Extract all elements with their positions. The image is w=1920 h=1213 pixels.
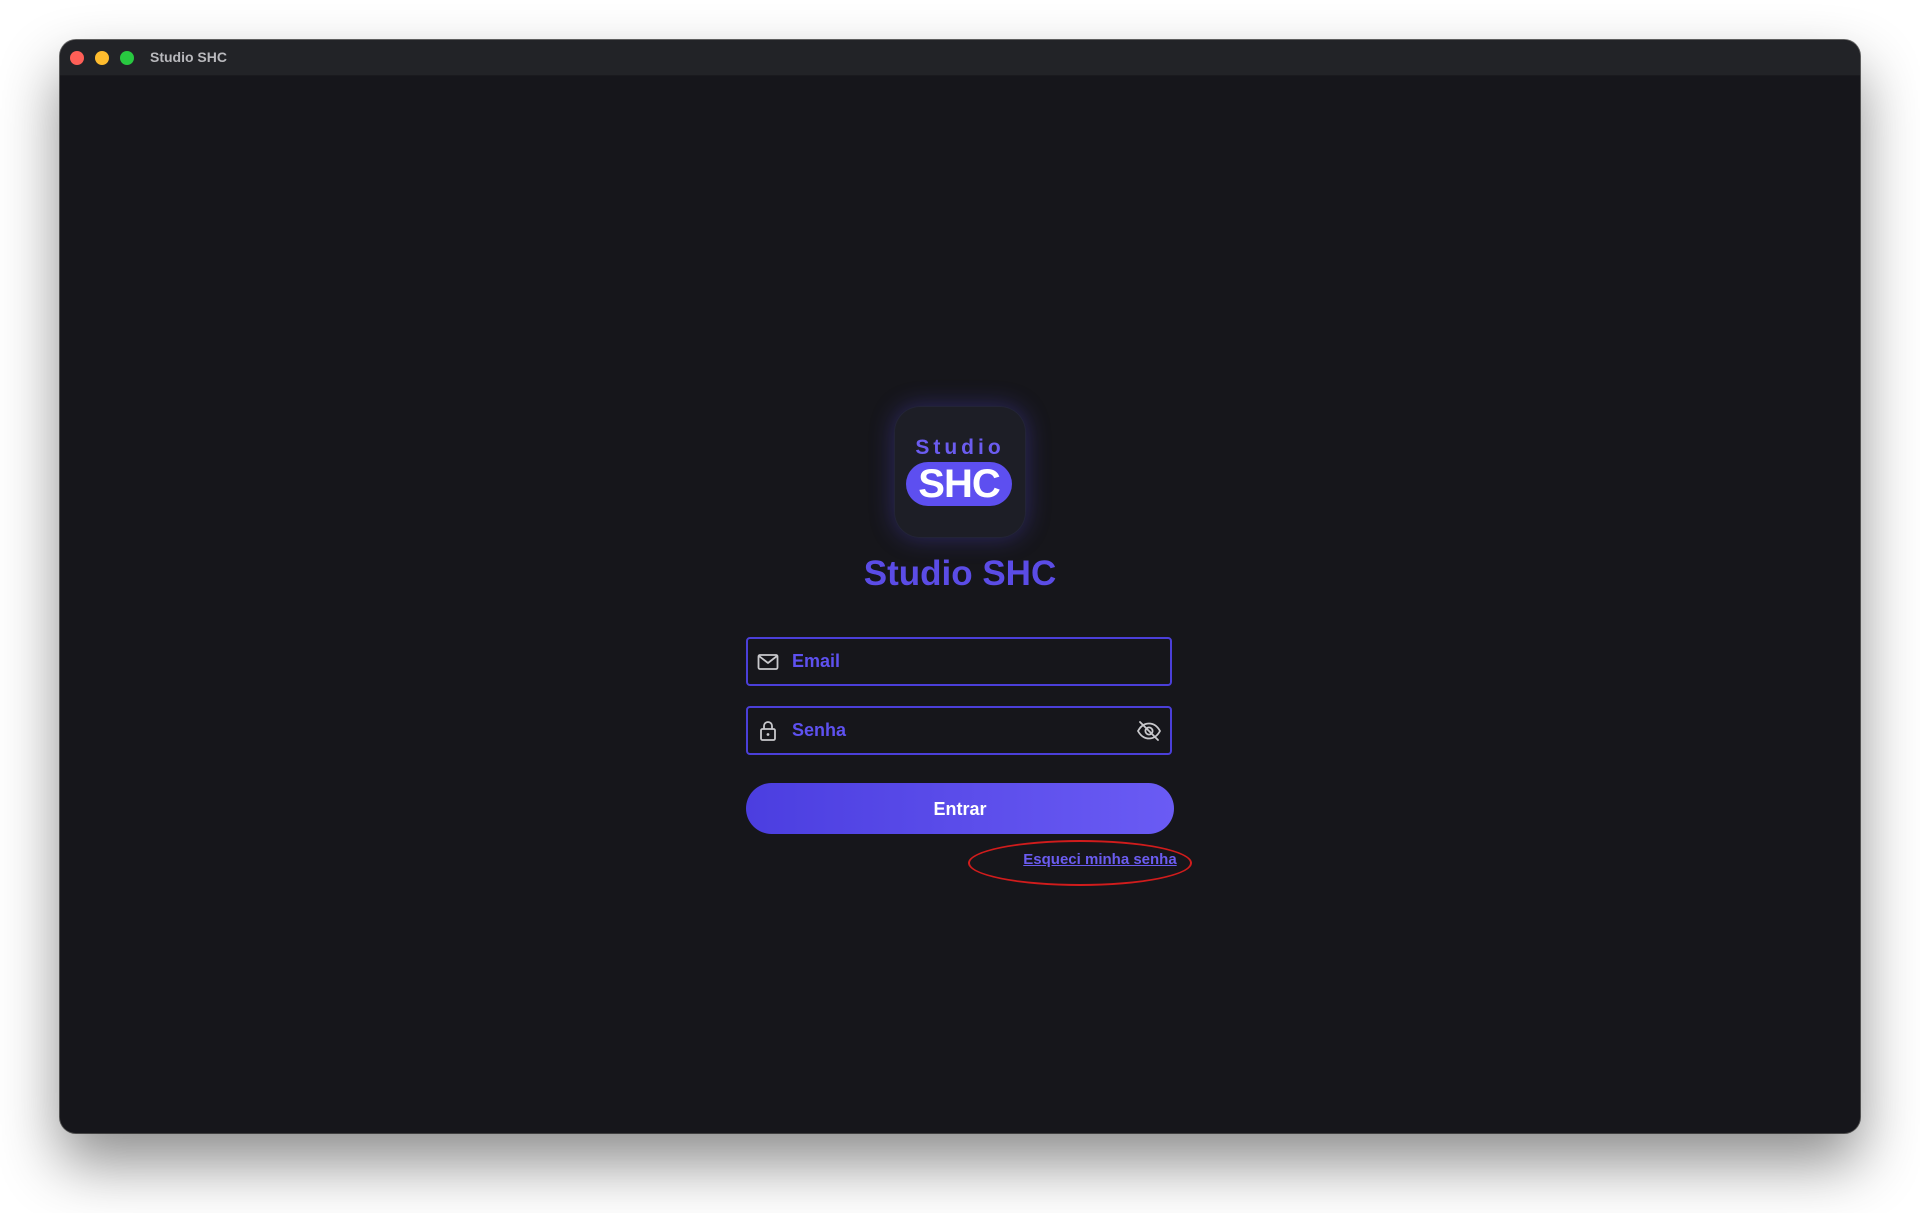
email-field[interactable] bbox=[746, 637, 1172, 686]
title-bar: Studio SHC bbox=[60, 40, 1860, 76]
maximize-window-button[interactable] bbox=[120, 51, 134, 65]
minimize-window-button[interactable] bbox=[95, 51, 109, 65]
login-screen: Studio SHC Studio SHC Entrar bbox=[60, 76, 1860, 1133]
app-window: Studio SHC Studio SHC Studio SHC Email E… bbox=[60, 40, 1860, 1133]
password-field[interactable] bbox=[746, 706, 1172, 755]
logo-badge: SHC bbox=[906, 462, 1012, 506]
login-button[interactable]: Entrar bbox=[746, 783, 1174, 834]
app-title: Studio SHC bbox=[863, 554, 1057, 593]
forgot-password-link[interactable]: Esqueci minha senha bbox=[1000, 851, 1200, 868]
logo-studio-text: Studio bbox=[915, 436, 1005, 459]
app-logo: Studio SHC bbox=[894, 406, 1026, 538]
close-window-button[interactable] bbox=[70, 51, 84, 65]
lock-icon bbox=[760, 721, 776, 741]
password-input[interactable] bbox=[792, 708, 1112, 753]
mail-icon bbox=[757, 654, 779, 670]
email-input[interactable] bbox=[792, 639, 1112, 684]
window-title: Studio SHC bbox=[150, 49, 227, 65]
eye-off-icon[interactable] bbox=[1136, 719, 1162, 743]
